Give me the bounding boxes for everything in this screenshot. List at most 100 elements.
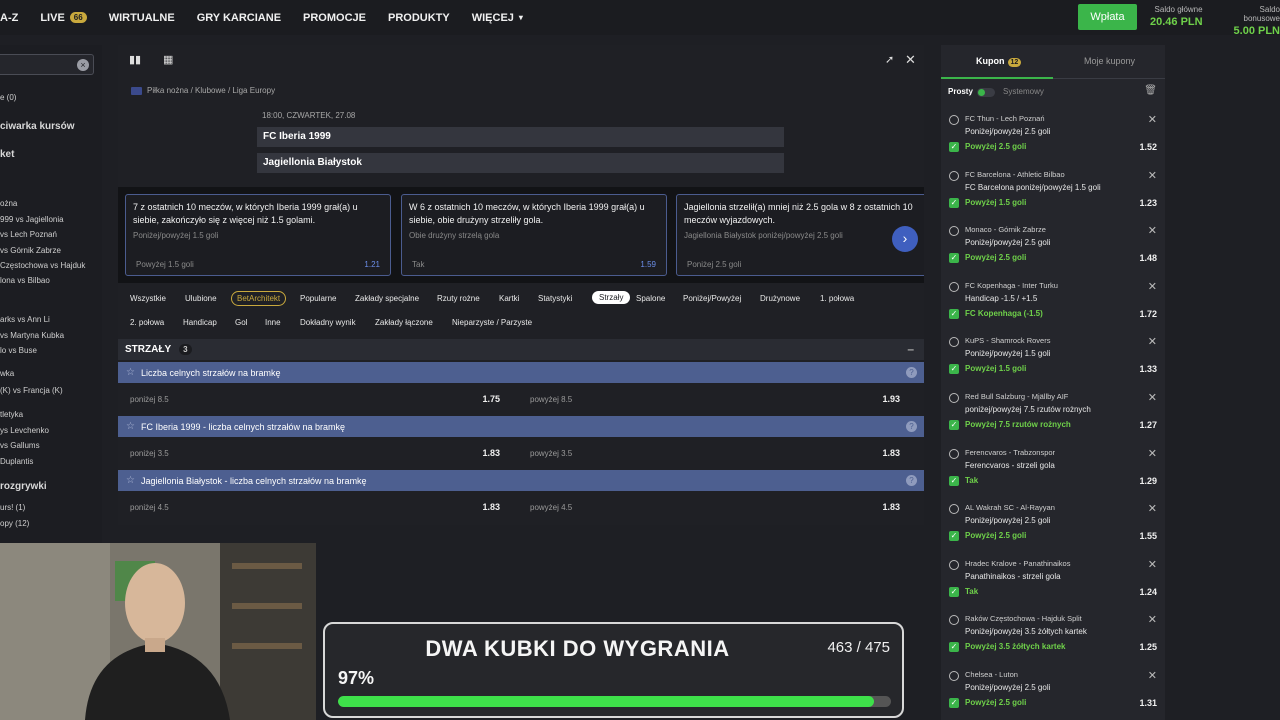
- nav-item-4[interactable]: PROMOCJE: [303, 12, 366, 24]
- mode-simple[interactable]: Prosty: [948, 87, 973, 96]
- sidebar-item[interactable]: wka: [0, 369, 14, 378]
- remove-bet-icon[interactable]: ✕: [1148, 669, 1157, 682]
- checkbox-icon[interactable]: ✓: [949, 364, 959, 375]
- remove-bet-icon[interactable]: ✕: [1148, 558, 1157, 571]
- filter-chip[interactable]: Popularne: [300, 294, 336, 303]
- sidebar-item[interactable]: Częstochowa vs Hajduk: [0, 261, 85, 270]
- stat-card-pick[interactable]: Powyżej 1.5 goli 1.21: [126, 253, 390, 275]
- sidebar-item[interactable]: ciwarka kursów: [0, 121, 74, 132]
- filter-chip[interactable]: Drużynowe: [760, 294, 800, 303]
- tab-my-coupons[interactable]: Moje kupony: [1084, 56, 1135, 66]
- sidebar-item[interactable]: ożna: [0, 199, 17, 208]
- sidebar-item[interactable]: tletyka: [0, 410, 23, 419]
- nav-item-1[interactable]: LIVE 66: [40, 12, 87, 24]
- nav-item-3[interactable]: GRY KARCIANE: [197, 12, 281, 24]
- close-icon[interactable]: ✕: [905, 52, 916, 68]
- info-icon[interactable]: ?: [906, 421, 917, 432]
- filter-chip[interactable]: Kartki: [499, 294, 519, 303]
- section-header[interactable]: STRZAŁY 3 –: [118, 339, 924, 360]
- market-header[interactable]: ☆ Jagiellonia Białystok - liczba celnych …: [118, 470, 924, 491]
- checkbox-icon[interactable]: ✓: [949, 253, 959, 264]
- pin-icon[interactable]: ➚: [885, 53, 894, 66]
- sidebar-item[interactable]: Duplantis: [0, 457, 33, 466]
- filter-chip[interactable]: Handicap: [183, 318, 217, 327]
- sidebar-item[interactable]: urs! (1): [0, 503, 25, 512]
- filter-chip[interactable]: Rzuty rożne: [437, 294, 480, 303]
- stat-card[interactable]: Jagiellonia strzelił(a) mniej niż 2.5 go…: [676, 194, 924, 276]
- sidebar-item[interactable]: vs Górnik Zabrze: [0, 246, 61, 255]
- checkbox-icon[interactable]: ✓: [949, 197, 959, 208]
- checkbox-icon[interactable]: ✓: [949, 698, 959, 708]
- filter-chip[interactable]: Spalone: [636, 294, 665, 303]
- nav-item-0[interactable]: A-Z: [0, 12, 18, 24]
- clear-search-icon[interactable]: ×: [77, 59, 89, 71]
- odds-button[interactable]: powyżej 8.5 1.93: [518, 387, 908, 411]
- info-icon[interactable]: ?: [906, 367, 917, 378]
- trash-icon[interactable]: 🗑: [1144, 85, 1157, 96]
- odds-button[interactable]: poniżej 8.5 1.75: [118, 387, 508, 411]
- checkbox-icon[interactable]: ✓: [949, 586, 959, 597]
- star-icon[interactable]: ☆: [126, 475, 135, 486]
- sidebar-item[interactable]: opy (12): [0, 519, 29, 528]
- filter-chip[interactable]: Inne: [265, 318, 281, 327]
- market-header[interactable]: ☆ FC Iberia 1999 - liczba celnych strzałó…: [118, 416, 924, 437]
- filter-chip[interactable]: 1. połowa: [820, 294, 854, 303]
- sidebar-item[interactable]: 999 vs Jagiellonia: [0, 215, 64, 224]
- odds-button[interactable]: poniżej 3.5 1.83: [118, 441, 508, 465]
- filter-chip[interactable]: Nieparzyste / Parzyste: [452, 318, 532, 327]
- filter-chip[interactable]: Ulubione: [185, 294, 217, 303]
- sidebar-item[interactable]: ket: [0, 149, 14, 160]
- tab-coupon[interactable]: Kupon 12: [976, 56, 1022, 67]
- checkbox-icon[interactable]: ✓: [949, 475, 959, 486]
- checkbox-icon[interactable]: ✓: [949, 420, 959, 430]
- remove-bet-icon[interactable]: ✕: [1148, 113, 1157, 126]
- checkbox-icon[interactable]: ✓: [949, 308, 959, 319]
- remove-bet-icon[interactable]: ✕: [1148, 613, 1157, 626]
- remove-bet-icon[interactable]: ✕: [1148, 502, 1157, 515]
- nav-item-6[interactable]: WIĘCEJ ▾: [472, 12, 523, 24]
- sidebar-item[interactable]: rozgrywki: [0, 481, 47, 492]
- sidebar-item[interactable]: ys Levchenko: [0, 426, 49, 435]
- sidebar-item[interactable]: arks vs Ann Li: [0, 315, 50, 324]
- deposit-button[interactable]: Wpłata: [1078, 4, 1137, 30]
- remove-bet-icon[interactable]: ✕: [1148, 280, 1157, 293]
- odds-button[interactable]: powyżej 3.5 1.83: [518, 441, 908, 465]
- nav-item-2[interactable]: WIRTUALNE: [109, 12, 175, 24]
- stat-card[interactable]: W 6 z ostatnich 10 meczów, w których Ibe…: [401, 194, 667, 276]
- stat-card[interactable]: 7 z ostatnich 10 meczów, w których Iberi…: [125, 194, 391, 276]
- remove-bet-icon[interactable]: ✕: [1148, 169, 1157, 182]
- checkbox-icon[interactable]: ✓: [949, 531, 959, 542]
- filter-chip[interactable]: Dokładny wynik: [300, 318, 356, 327]
- sidebar-item[interactable]: vs Lech Poznań: [0, 230, 57, 239]
- filter-chip[interactable]: Gol: [235, 318, 247, 327]
- market-header[interactable]: ☆ Liczba celnych strzałów na bramkę?: [118, 362, 924, 383]
- sidebar-item[interactable]: lona vs Bilbao: [0, 276, 50, 285]
- sidebar-item[interactable]: (K) vs Francja (K): [0, 386, 63, 395]
- stat-card-pick[interactable]: Tak 1.59: [402, 253, 666, 275]
- mode-toggle[interactable]: [977, 88, 995, 97]
- next-arrow-icon[interactable]: ›: [892, 226, 918, 252]
- filter-chip[interactable]: Poniżej/Powyżej: [683, 294, 741, 303]
- remove-bet-icon[interactable]: ✕: [1148, 391, 1157, 404]
- collapse-icon[interactable]: –: [907, 342, 914, 356]
- info-icon[interactable]: ?: [906, 475, 917, 486]
- nav-item-5[interactable]: PRODUKTY: [388, 12, 450, 24]
- filter-chip[interactable]: 2. połowa: [130, 318, 164, 327]
- remove-bet-icon[interactable]: ✕: [1148, 335, 1157, 348]
- filter-chip[interactable]: BetArchitekt: [231, 291, 287, 306]
- field-icon[interactable]: ▦: [163, 53, 173, 66]
- sidebar-item[interactable]: vs Gallums: [0, 441, 40, 450]
- odds-button[interactable]: powyżej 4.5 1.83: [518, 495, 908, 519]
- filter-chip[interactable]: Zakłady łączone: [375, 318, 433, 327]
- sidebar-item[interactable]: vs Martyna Kubka: [0, 331, 64, 340]
- star-icon[interactable]: ☆: [126, 421, 135, 432]
- sidebar-search-input[interactable]: ×: [0, 54, 94, 75]
- filter-chip[interactable]: Zakłady specjalne: [355, 294, 419, 303]
- odds-button[interactable]: poniżej 4.5 1.83: [118, 495, 508, 519]
- checkbox-icon[interactable]: ✓: [949, 142, 959, 152]
- star-icon[interactable]: ☆: [126, 367, 135, 378]
- sidebar-item[interactable]: e (0): [0, 93, 16, 102]
- checkbox-icon[interactable]: ✓: [949, 642, 959, 653]
- stat-card-pick[interactable]: Poniżej 2.5 goli1.: [677, 253, 924, 275]
- sidebar-item[interactable]: lo vs Buse: [0, 346, 37, 355]
